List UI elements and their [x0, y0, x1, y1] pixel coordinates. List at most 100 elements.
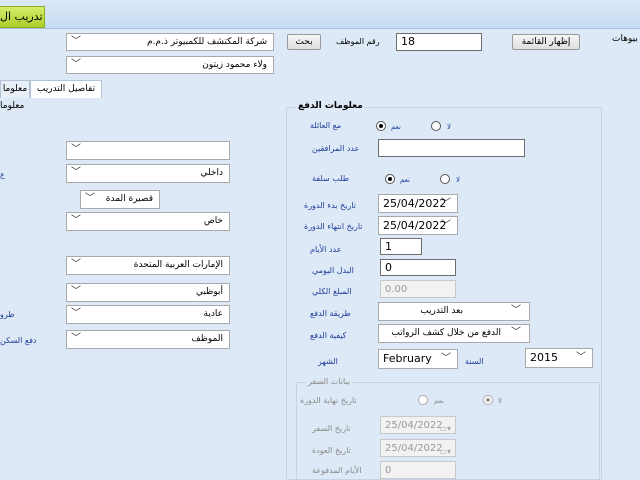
left-partial-label-3: دفع السكن: [0, 336, 37, 345]
family-no-label: لا: [447, 123, 451, 131]
chevron-down-icon: ﹀: [71, 59, 81, 70]
chevron-down-icon: ﹀: [441, 198, 451, 209]
training-kind-value: خاص: [203, 216, 223, 226]
employee-name-value: ولاء محمود زيتون: [202, 60, 267, 70]
paid-days-label: الأيام المدفوعة: [312, 466, 362, 475]
chevron-down-icon: ﹀: [85, 193, 95, 204]
company-select[interactable]: ﹀ شركة المكتشف للكمبيوتر ذ.م.م: [66, 33, 274, 51]
course-start-value: 25/04/2022: [383, 197, 447, 210]
header-right-label: بيوهات: [612, 34, 638, 44]
month-value: February: [383, 352, 432, 365]
training-kind-select[interactable]: ﹀ خاص: [66, 212, 230, 231]
left-partial-label-1: ع: [0, 170, 5, 179]
days-input[interactable]: 1: [380, 238, 422, 255]
left-partial-label-2: ظرو: [0, 310, 15, 319]
chevron-down-icon: ﹀: [511, 327, 521, 338]
advance-label: طلب سلفة: [312, 174, 350, 183]
travel-no-radio[interactable]: [483, 395, 493, 405]
country-value: الإمارات العربية المتحدة: [133, 260, 223, 270]
travel-yes-label: نعم: [434, 397, 444, 405]
total-amount-field: 0.00: [380, 280, 456, 298]
chevron-down-icon: ﹀: [71, 286, 81, 297]
course-end-date-label: تاريخ نهاية الدورة: [300, 396, 357, 405]
year-value: 2015: [530, 351, 558, 364]
housing-paid-by-select[interactable]: ﹀ الموظف: [66, 330, 230, 349]
chevron-down-icon: ﹀: [71, 259, 81, 270]
conditions-value: عادية: [203, 309, 223, 319]
duration-type-select[interactable]: ﹀ قصيرة المدة: [80, 190, 160, 209]
course-start-label: تاريخ بدء الدورة: [304, 201, 356, 210]
left-empty-select[interactable]: ﹀: [66, 141, 230, 160]
company-select-value: شركة المكتشف للكمبيوتر ذ.م.م: [147, 37, 267, 47]
payment-method-value: بعد التدريب: [420, 306, 463, 316]
chevron-down-icon: ﹀: [71, 144, 81, 155]
travel-date-value: 25/04/2022: [385, 420, 443, 431]
course-end-value: 25/04/2022: [383, 219, 447, 232]
employee-name-select[interactable]: ﹀ ولاء محمود زيتون: [66, 56, 274, 74]
payment-how-select[interactable]: ﹀ الدفع من خلال كشف الرواتب: [378, 324, 530, 343]
conditions-select[interactable]: ﹀ عادية: [66, 305, 230, 324]
chevron-down-icon: ﹀: [71, 308, 81, 319]
return-date-label: تاريخ العودة: [312, 446, 351, 455]
family-no-radio[interactable]: [431, 121, 441, 131]
travel-no-label: لا: [498, 397, 502, 405]
employee-number-input[interactable]: 18: [396, 33, 482, 51]
year-select[interactable]: 2015 ﹀: [525, 348, 593, 368]
travel-date-picker[interactable]: 25/04/2022 ▭▾: [380, 416, 456, 434]
chevron-down-icon: ﹀: [71, 36, 81, 47]
year-label: السنة: [465, 357, 484, 366]
month-label: الشهر: [318, 357, 338, 366]
calendar-dropdown-icon: ▭▾: [439, 424, 451, 433]
companions-label: عدد المرافقين: [312, 144, 360, 153]
city-select[interactable]: ﹀ أبوظبي: [66, 283, 230, 302]
housing-paid-by-value: الموظف: [191, 334, 223, 344]
daily-allowance-label: البدل اليومي: [312, 266, 354, 275]
payment-method-label: طريقة الدفع: [310, 309, 351, 318]
employee-number-label: رقم الموظف: [336, 37, 380, 46]
return-date-value: 25/04/2022: [385, 443, 443, 454]
payment-how-value: الدفع من خلال كشف الرواتب: [391, 328, 501, 338]
training-location-select[interactable]: ﹀ داخلي: [66, 164, 230, 183]
country-select[interactable]: ﹀ الإمارات العربية المتحدة: [66, 256, 230, 275]
travel-yes-radio[interactable]: [418, 395, 428, 405]
show-list-button[interactable]: إظهار القائمة: [512, 34, 580, 50]
paid-days-field: 0: [380, 461, 456, 479]
total-amount-label: المبلغ الكلي: [312, 287, 352, 296]
chevron-down-icon: ﹀: [576, 352, 586, 363]
advance-no-radio[interactable]: [440, 174, 450, 184]
with-family-label: مع العائلة: [310, 121, 342, 130]
training-location-value: داخلي: [200, 168, 223, 178]
chevron-down-icon: ﹀: [71, 167, 81, 178]
daily-allowance-input[interactable]: 0: [380, 259, 456, 276]
tab-info[interactable]: معلوما: [0, 80, 30, 98]
advance-yes-label: نعم: [400, 176, 410, 184]
chevron-down-icon: ﹀: [71, 215, 81, 226]
search-button[interactable]: بحث: [287, 34, 321, 50]
window-title-tab[interactable]: تدريب ال: [0, 6, 45, 28]
travel-date-label: تاريخ السفر: [312, 424, 351, 433]
left-panel-heading: معلوما: [0, 101, 25, 111]
course-end-date-picker[interactable]: 25/04/2022 ﹀: [378, 216, 458, 235]
chevron-down-icon: ﹀: [441, 353, 451, 364]
family-yes-radio[interactable]: [376, 121, 386, 131]
advance-no-label: لا: [456, 176, 460, 184]
calendar-dropdown-icon: ▭▾: [439, 447, 451, 456]
duration-type-value: قصيرة المدة: [105, 194, 153, 204]
window-title: تدريب ال: [0, 10, 43, 23]
family-yes-label: نعم: [391, 123, 401, 131]
chevron-down-icon: ﹀: [511, 305, 521, 316]
tab-training-details[interactable]: تفاصيل التدريب: [30, 80, 102, 98]
course-start-date-picker[interactable]: 25/04/2022 ﹀: [378, 194, 458, 213]
payment-method-select[interactable]: ﹀ بعد التدريب: [378, 302, 530, 321]
payment-heading: معلومات الدفع: [296, 101, 365, 111]
chevron-down-icon: ﹀: [71, 333, 81, 344]
companions-input[interactable]: [378, 139, 525, 157]
return-date-picker[interactable]: 25/04/2022 ▭▾: [380, 439, 456, 457]
payment-how-label: كيفية الدفع: [310, 331, 347, 340]
chevron-down-icon: ﹀: [441, 220, 451, 231]
advance-yes-radio[interactable]: [385, 174, 395, 184]
month-select[interactable]: February ﹀: [378, 349, 458, 369]
travel-heading: بيانات السفر: [306, 377, 353, 386]
window-title-bar: [0, 0, 640, 29]
city-value: أبوظبي: [195, 287, 223, 297]
